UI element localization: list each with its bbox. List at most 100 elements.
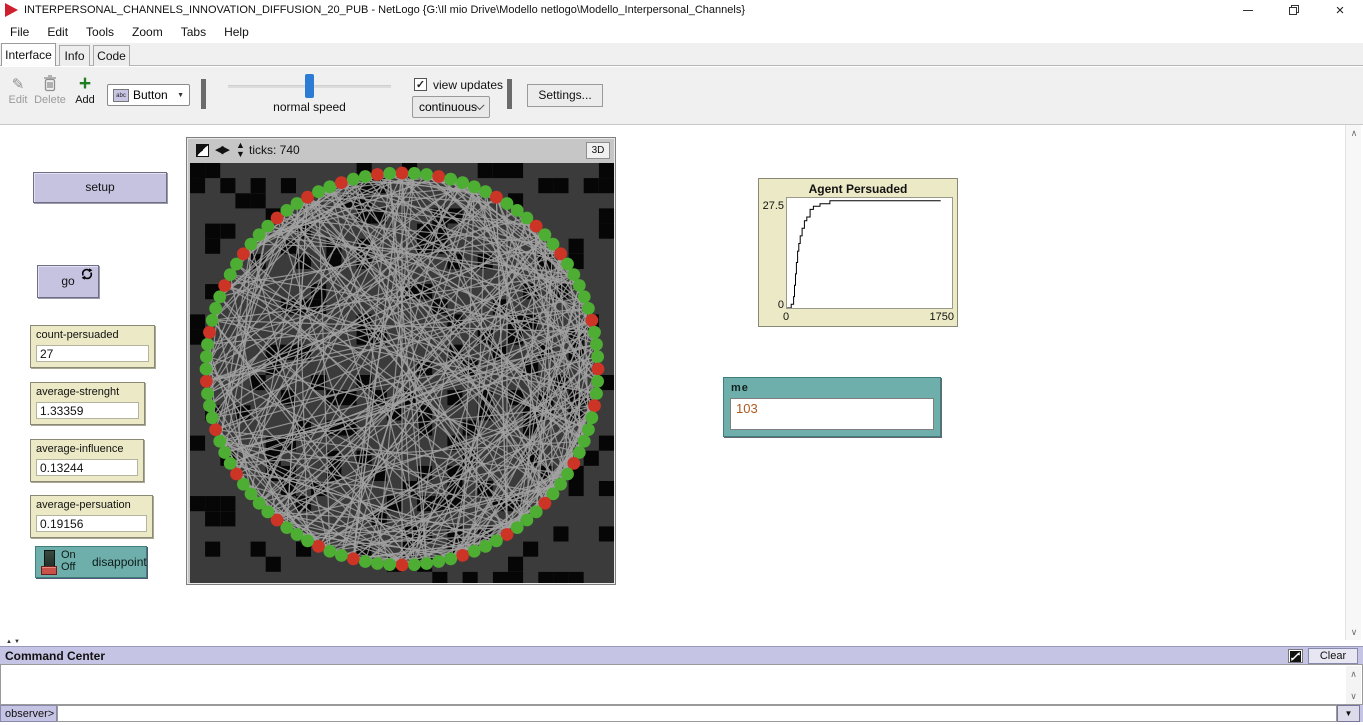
command-center-header: Command Center Clear: [0, 646, 1363, 664]
restore-button[interactable]: [1271, 0, 1317, 20]
tab-strip: Interface Info Code: [0, 43, 1363, 66]
tab-code[interactable]: Code: [93, 45, 130, 66]
view-header: ◀▶ ▲▼ ticks: 740 3D: [187, 138, 615, 163]
monitor-label: count-persuaded: [31, 326, 154, 341]
observer-prompt: observer>: [0, 705, 57, 722]
input-box-label: me: [731, 382, 749, 394]
x-axis-min-label: 0: [783, 311, 789, 323]
menu-file[interactable]: File: [1, 22, 38, 42]
monitor-average-influence: average-influence 0.13244: [30, 439, 144, 482]
monitor-label: average-strenght: [31, 383, 144, 398]
check-icon: ✓: [416, 79, 425, 91]
monitor-value: 27: [36, 345, 149, 362]
monitor-average-persuation: average-persuation 0.19156: [30, 495, 153, 538]
menu-tabs[interactable]: Tabs: [172, 22, 215, 42]
input-box-field[interactable]: 103: [730, 398, 934, 430]
switch-name: disappoint: [92, 555, 147, 569]
window-controls: ×: [1225, 0, 1363, 20]
command-center-title: Command Center: [5, 647, 105, 665]
monitor-label: average-influence: [31, 440, 143, 455]
menu-help[interactable]: Help: [215, 22, 258, 42]
disappoint-switch[interactable]: On Off disappoint: [35, 546, 147, 578]
window-title: INTERPERSONAL_CHANNELS_INNOVATION_DIFFUS…: [24, 0, 745, 20]
settings-button[interactable]: Settings...: [527, 84, 603, 107]
monitor-value: 0.19156: [36, 515, 147, 532]
minimize-icon: [1243, 10, 1253, 11]
plot-title: Agent Persuaded: [759, 182, 957, 196]
world-view: ◀▶ ▲▼ ticks: 740 3D: [186, 137, 616, 585]
update-mode-value: continuous: [419, 100, 477, 114]
view-updates-checkbox[interactable]: ✓: [414, 78, 427, 91]
tab-interface[interactable]: Interface: [1, 43, 56, 66]
edit-tool-label: Edit: [4, 94, 32, 106]
y-axis-min-label: 0: [760, 299, 784, 311]
edit-tool-button[interactable]: ✎ Edit: [4, 75, 32, 106]
output-scrollbar[interactable]: ∧ ∨: [1346, 666, 1361, 704]
update-mode-dropdown[interactable]: continuous: [412, 96, 490, 118]
switch-on-label: On: [61, 549, 76, 561]
menu-zoom[interactable]: Zoom: [123, 22, 172, 42]
y-axis-max-label: 27.5: [760, 200, 784, 212]
title-bar: INTERPERSONAL_CHANNELS_INNOVATION_DIFFUS…: [0, 0, 1363, 20]
netlogo-window: INTERPERSONAL_CHANNELS_INNOVATION_DIFFUS…: [0, 0, 1363, 725]
clear-button[interactable]: Clear: [1308, 648, 1358, 664]
switch-off-label: Off: [61, 561, 75, 573]
monitor-value: 0.13244: [36, 459, 138, 476]
splitter-grip-icon[interactable]: ▲▼: [6, 639, 22, 645]
command-input[interactable]: [57, 705, 1337, 722]
switch-handle[interactable]: [41, 566, 57, 575]
go-button[interactable]: go: [37, 265, 99, 298]
agent-persuaded-plot: Agent Persuaded 27.5 0 0 1750: [758, 178, 958, 327]
ticks-counter: ticks: 740: [249, 143, 300, 157]
close-button[interactable]: ×: [1317, 0, 1363, 20]
go-button-label: go: [61, 274, 74, 288]
expand-icon: [1290, 651, 1301, 662]
forever-loop-icon: [81, 261, 93, 292]
horizontal-arrows-icon[interactable]: ◀▶: [215, 144, 228, 157]
monitor-average-strenght: average-strenght 1.33359: [30, 382, 145, 425]
minimize-button[interactable]: [1225, 0, 1271, 20]
menu-bar: File Edit Tools Zoom Tabs Help: [0, 20, 1363, 43]
delete-tool-label: Delete: [32, 94, 68, 106]
menu-tools[interactable]: Tools: [77, 22, 123, 42]
workspace-scrollbar[interactable]: ∧ ∨: [1345, 125, 1361, 640]
3d-button[interactable]: 3D: [586, 142, 610, 159]
menu-edit[interactable]: Edit: [38, 22, 77, 42]
close-icon: ×: [1336, 3, 1345, 18]
restore-icon: [1289, 5, 1299, 15]
expand-command-center-button[interactable]: [1288, 649, 1303, 663]
interface-canvas: setup go count-persuaded 27 average-stre…: [0, 125, 1345, 640]
command-output[interactable]: ∧ ∨: [0, 664, 1363, 705]
monitor-value: 1.33359: [36, 402, 139, 419]
delete-tool-button[interactable]: Delete: [32, 75, 68, 106]
speed-slider-handle[interactable]: [305, 74, 314, 98]
setup-button[interactable]: setup: [33, 172, 167, 203]
scroll-down-icon[interactable]: ∨: [1346, 688, 1361, 704]
monitor-label: average-persuation: [31, 496, 152, 511]
speed-label: normal speed: [228, 100, 391, 114]
toolbar-separator: [201, 79, 206, 109]
command-history-button[interactable]: ▼: [1337, 705, 1360, 722]
monitor-count-persuaded: count-persuaded 27: [30, 325, 155, 368]
toolbar: ✎ Edit Delete + Add abc Button ▼ normal …: [0, 67, 1363, 125]
pencil-icon: ✎: [4, 75, 32, 93]
view-size-icon[interactable]: [196, 144, 209, 157]
world-area[interactable]: [190, 163, 614, 583]
scroll-down-icon[interactable]: ∨: [1346, 624, 1362, 640]
trash-icon: [32, 75, 68, 93]
netlogo-logo-icon: [5, 3, 18, 17]
toolbar-separator: [507, 79, 512, 109]
view-updates-label: view updates: [433, 78, 503, 92]
scroll-up-icon[interactable]: ∧: [1346, 125, 1362, 141]
add-tool-button[interactable]: + Add: [72, 75, 98, 106]
tab-info[interactable]: Info: [59, 45, 90, 66]
plot-area: [786, 197, 953, 309]
widget-type-dropdown[interactable]: abc Button ▼: [107, 84, 190, 106]
scroll-up-icon[interactable]: ∧: [1346, 666, 1361, 682]
vertical-arrows-icon[interactable]: ▲▼: [236, 141, 245, 159]
plot-line-graphic: [787, 198, 952, 308]
button-widget-icon: abc: [113, 89, 129, 102]
x-axis-max-label: 1750: [909, 311, 954, 323]
network-graphic: [190, 163, 614, 583]
me-input-box: me 103: [723, 377, 941, 437]
